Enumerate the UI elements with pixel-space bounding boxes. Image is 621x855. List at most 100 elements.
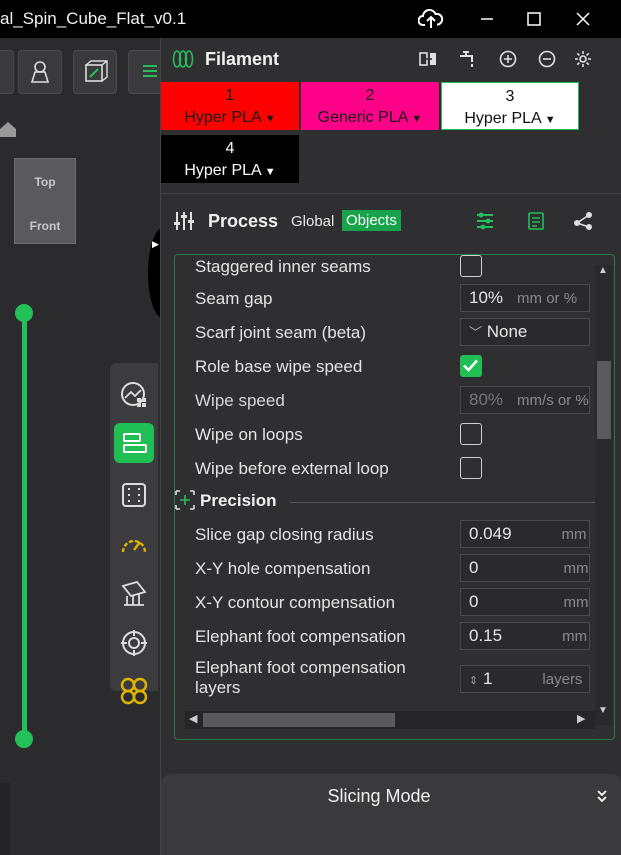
setting-checkbox[interactable] [460,255,482,277]
filament-slot-1[interactable]: 1 Hyper PLA ▼ [161,82,299,130]
dropdown-arrow-icon[interactable]: ▼ [542,114,556,126]
layer-slider-track[interactable] [22,313,27,738]
filament-slot-3[interactable]: 3 Hyper PLA ▼ [441,82,579,130]
add-filament-icon[interactable] [499,50,517,73]
tab-objects[interactable]: Objects [342,210,401,231]
seam-gap-input[interactable]: 10% mm or % [460,284,590,312]
cube-front-label: Front [29,219,61,233]
gap-closing-input[interactable]: 0.049 mm [460,520,590,548]
3d-viewport[interactable]: Top Front ▶ [0,38,160,855]
home-icon[interactable] [0,120,18,143]
vertical-scrollbar[interactable]: ▲ ▼ [595,265,613,725]
elephant-foot-input[interactable]: 0.15 mm [460,622,590,650]
tab-global[interactable]: Global [291,213,334,230]
filament-slot-name: Hyper PLA [184,109,262,126]
horizontal-scroll-thumb[interactable] [203,713,395,727]
setting-label: Role base wipe speed [195,357,363,376]
filament-spool-icon [172,49,194,74]
toolbar-button-partial[interactable] [0,50,14,94]
xy-hole-input[interactable]: 0 mm [460,554,590,582]
wipe-speed-input[interactable]: 80% mm/s or % [460,386,590,414]
advanced-settings-icon[interactable] [475,211,495,236]
vertical-scroll-thumb[interactable] [597,361,611,439]
input-value: 0 [469,592,479,611]
close-icon[interactable] [568,6,598,32]
precision-icon [175,489,196,516]
compare-presets-icon[interactable] [527,211,545,236]
support-icon[interactable] [114,573,154,613]
setting-label: Elephant foot compensation [195,627,406,646]
filament-slot-number: 3 [505,88,515,105]
dropdown-arrow-icon[interactable]: ▼ [408,113,422,125]
setting-label: Staggered inner seams [195,257,371,276]
wipe-external-checkbox[interactable] [460,457,482,479]
input-unit: mm [563,594,589,611]
list-icon[interactable] [128,50,160,94]
bounding-box-icon[interactable] [114,475,154,515]
minimize-icon[interactable] [472,6,502,32]
cloud-upload-icon[interactable] [416,6,446,32]
scroll-up-icon[interactable]: ▲ [598,265,608,276]
setting-label: Elephant foot compensation [195,658,406,677]
filament-slot-2[interactable]: 2 Generic PLA ▼ [301,82,439,130]
setting-label: Scarf joint seam (beta) [195,323,367,342]
filament-slot-number: 2 [365,87,375,104]
layer-slider-top-handle[interactable] [15,304,33,322]
title-bar: al_Spin_Cube_Flat_v0.1 [0,0,621,38]
input-value: 80% [469,390,504,409]
elephant-layers-spinner[interactable]: ⇕ 1 layers [460,665,590,693]
filament-title: Filament [205,49,280,69]
setting-label: Seam gap [195,289,273,308]
spinner-arrows-icon[interactable]: ⇕ [469,675,478,687]
setting-label: Wipe on loops [195,425,303,444]
filament-slot-name: Hyper PLA [464,110,542,127]
remove-filament-icon[interactable] [538,50,556,73]
window-title: al_Spin_Cube_Flat_v0.1 [0,9,187,28]
speedometer-icon[interactable] [114,527,154,567]
wipe-loops-checkbox[interactable] [460,423,482,445]
scroll-down-icon[interactable]: ▼ [598,705,608,716]
scroll-right-icon[interactable]: ▶ [577,712,585,725]
slicing-mode-panel[interactable]: Slicing Mode [161,774,621,855]
faucet-icon[interactable] [458,50,478,73]
filament-slot-number: 1 [225,87,235,104]
role-wipe-speed-checkbox[interactable] [460,355,482,377]
collapse-arrow-icon[interactable]: ▶ [152,239,159,250]
setting-row-xy-hole: X-Y hole compensation 0 mm [175,552,595,586]
layer-slider-bottom-handle[interactable] [15,730,33,748]
scroll-left-icon[interactable]: ◀ [189,712,197,725]
speed-map-icon[interactable] [114,375,154,415]
filament-header: Filament [161,38,621,82]
setting-row-seam-gap: Seam gap 10% mm or % [175,282,595,316]
scarf-seam-select[interactable]: ﹀ None [460,318,590,346]
view-cube[interactable]: Top Front [14,158,76,244]
settings-list[interactable]: Staggered inner seams Seam gap 10% mm or … [174,254,615,740]
xy-contour-input[interactable]: 0 mm [460,588,590,616]
setting-label: X-Y hole compensation [195,559,371,578]
seam-paint-icon[interactable] [73,50,117,94]
setting-label: Wipe before external loop [195,459,389,478]
setting-row-scarf-seam: Scarf joint seam (beta) ﹀ None [175,316,595,350]
multicolor-icon[interactable] [114,671,154,711]
double-chevron-down-icon[interactable] [595,788,609,809]
maximize-icon[interactable] [519,6,549,32]
setting-row-gap-closing: Slice gap closing radius 0.049 mm [175,518,595,552]
layers-settings-icon[interactable] [114,423,154,463]
precision-title: Precision [200,491,277,510]
filament-slot-number: 4 [225,140,235,157]
input-unit: mm [562,628,588,645]
chevron-down-icon: ﹀ [469,325,483,340]
filament-settings-gear-icon[interactable] [574,50,592,73]
dropdown-arrow-icon[interactable]: ▼ [262,113,276,125]
process-title: Process [208,211,279,231]
checkmark-icon [463,359,478,372]
target-icon[interactable] [114,623,154,663]
dropdown-arrow-icon[interactable]: ▼ [262,166,276,178]
input-unit: mm [561,526,587,543]
sync-filament-icon[interactable] [419,50,437,73]
support-paint-icon[interactable] [18,50,62,94]
horizontal-scrollbar[interactable]: ◀ ▶ [185,711,595,729]
filament-slot-4[interactable]: 4 Hyper PLA ▼ [161,135,299,183]
share-nodes-icon[interactable] [573,211,593,236]
input-value: 0 [469,558,479,577]
